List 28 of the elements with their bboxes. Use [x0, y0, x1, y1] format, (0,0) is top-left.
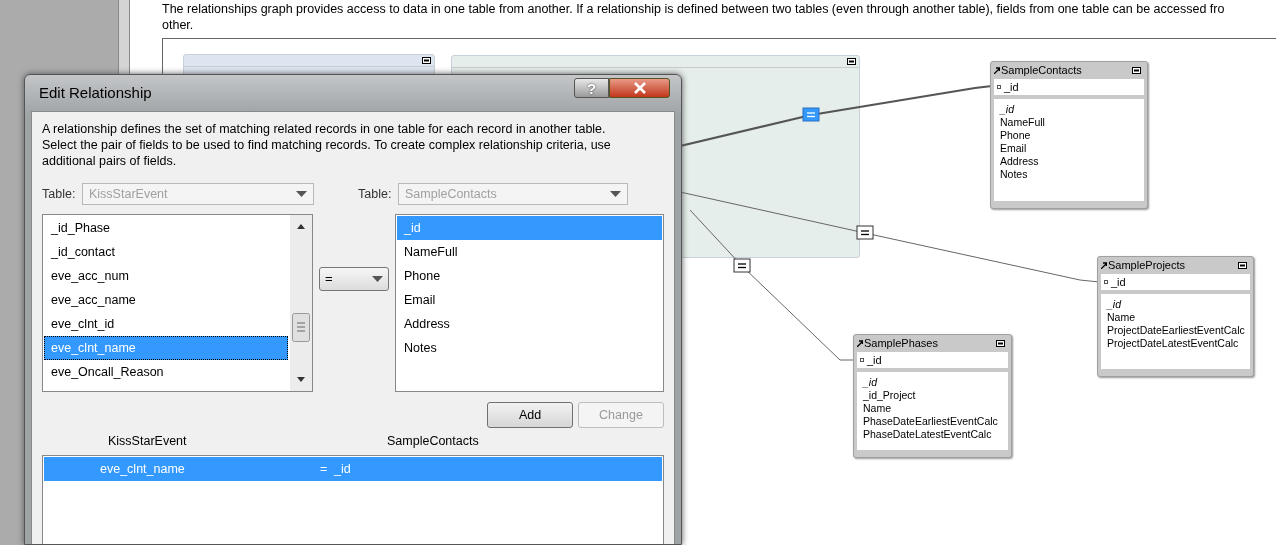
table-label: Table:	[358, 185, 393, 203]
field-name: ProjectDateLatestEventCalc	[1107, 337, 1240, 350]
column-header: SampleContacts	[387, 433, 479, 451]
field-name: Name	[1107, 311, 1136, 324]
field-name: Address	[1000, 155, 1040, 168]
match-field: _id	[1004, 80, 1019, 94]
dialog-title: Edit Relationship	[39, 82, 152, 103]
field-name: _id	[1107, 298, 1123, 311]
field-name: Name	[863, 402, 892, 415]
intro-paragraph: The relationships graph provides access to data in one table from another. If a relationship is defined between two tables (even through another table), fields from one table can be accessed fro other.	[162, 1, 1226, 34]
match-field: _id	[1111, 275, 1126, 289]
table-title: SampleContacts	[1001, 64, 1082, 77]
field-name: _id_Project	[863, 389, 917, 402]
field-name: Email	[1000, 142, 1028, 155]
field-name: PhaseDateEarliestEventCalc	[863, 415, 999, 428]
column-header: KissStarEvent	[108, 433, 188, 451]
field-name: Phone	[1000, 129, 1032, 142]
field-name: ProjectDateEarliestEventCalc	[1107, 324, 1246, 337]
table-title: SampleProjects	[1108, 259, 1186, 272]
field-name: PhaseDateLatestEventCalc	[863, 428, 993, 441]
field-name: Notes	[1000, 168, 1029, 181]
field-name: _id	[863, 376, 879, 389]
field-name: _id	[1000, 103, 1016, 116]
table-title: SamplePhases	[864, 337, 938, 350]
table-label: Table:	[42, 185, 77, 203]
match-field: _id	[867, 353, 882, 367]
description-text: A relationship defines the set of matching related records in one table for each record in another table. Select the pair of fields to be used to find matching records. To create complex relationship criteria, use additional pairs of fields.	[42, 121, 612, 169]
field-name: NameFull	[1000, 116, 1046, 129]
